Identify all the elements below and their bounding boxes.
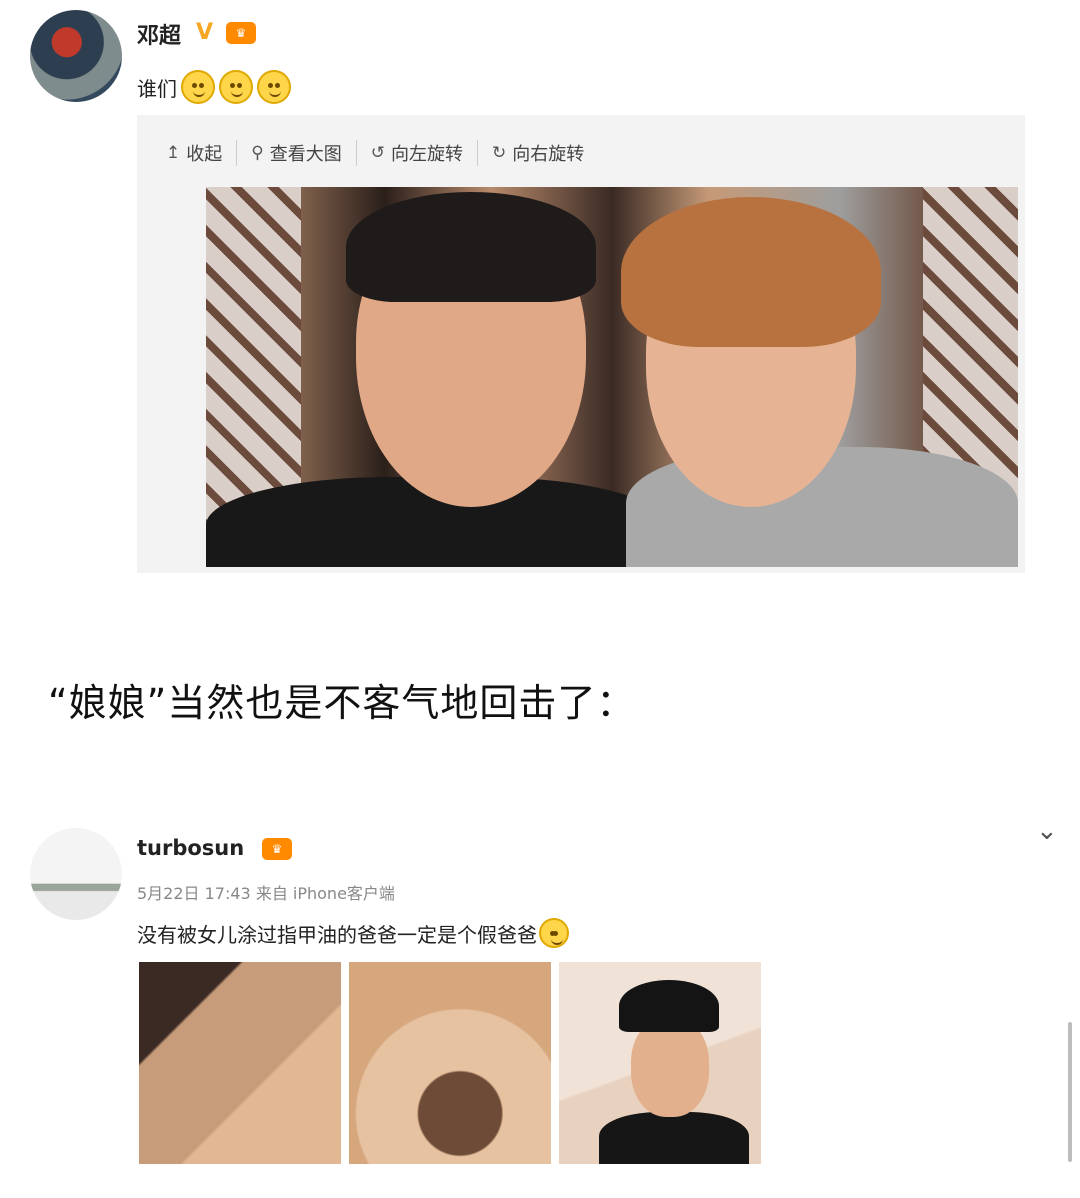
scrollbar[interactable] <box>1068 1022 1072 1162</box>
post2-image-thumb[interactable] <box>559 962 761 1164</box>
level-badge-icon: ♛ <box>226 22 256 44</box>
avatar-turbosun[interactable] <box>30 828 122 920</box>
level-badge-icon: ♛ <box>262 838 292 860</box>
magnifier-icon: ⚲ <box>251 143 264 163</box>
cat-smile-emoji-icon <box>219 70 253 104</box>
avatar-dengchao[interactable] <box>30 10 122 102</box>
cat-smile-emoji-icon <box>257 70 291 104</box>
post1-text-content: 谁们 <box>137 76 177 101</box>
person-face <box>631 1017 709 1117</box>
cat-smile-emoji-icon <box>181 70 215 104</box>
verified-badge-icon: V <box>196 20 214 45</box>
post1-photo[interactable] <box>206 187 1018 567</box>
rotate-right-icon: ↻ <box>491 143 507 163</box>
person-left-hair <box>346 192 596 302</box>
rotate-left-button[interactable]: ↺ 向左旋转 <box>357 140 478 166</box>
collapse-label: 收起 <box>186 144 223 165</box>
post2-text-content: 没有被女儿涂过指甲油的爸爸一定是个假爸爸 <box>137 922 537 947</box>
rotate-left-icon: ↺ <box>370 143 385 163</box>
post2-image-thumb[interactable] <box>139 962 341 1164</box>
article-caption: “娘娘”当然也是不客气地回击了： <box>48 681 636 725</box>
person-body <box>599 1112 749 1164</box>
username-post2[interactable]: turbosun <box>137 836 244 860</box>
rotate-right-button[interactable]: ↻ 向右旋转 <box>478 140 598 166</box>
post2-image-thumb[interactable] <box>349 962 551 1164</box>
post1-text: 谁们 <box>137 70 291 104</box>
view-large-label: 查看大图 <box>269 144 342 165</box>
rotate-right-label: 向右旋转 <box>512 144 585 165</box>
person-right-hair <box>621 197 881 347</box>
image-toolbar: ↥ 收起 ⚲ 查看大图 ↺ 向左旋转 ↻ 向右旋转 <box>160 140 598 166</box>
view-large-button[interactable]: ⚲ 查看大图 <box>237 140 357 166</box>
post2-image-grid <box>139 962 761 1164</box>
baseball-cap <box>619 980 719 1032</box>
post2-meta: 5月22日 17:43 来自 iPhone客户端 <box>137 884 395 903</box>
username-post1[interactable]: 邓超 <box>137 18 181 50</box>
post2-text: 没有被女儿涂过指甲油的爸爸一定是个假爸爸 <box>137 918 569 948</box>
collapse-button[interactable]: ↥ 收起 <box>160 140 238 166</box>
chevron-down-icon[interactable]: ⌄ <box>1036 816 1058 846</box>
page: 邓超 V ♛ 谁们 ↥ 收起 ⚲ 查看大图 ↺ 向左旋转 ↻ 向右旋转 “娘娘”… <box>0 0 1080 1198</box>
rotate-left-label: 向左旋转 <box>390 144 463 165</box>
grin-emoji-icon <box>539 918 569 948</box>
arrow-up-icon: ↥ <box>166 143 181 163</box>
